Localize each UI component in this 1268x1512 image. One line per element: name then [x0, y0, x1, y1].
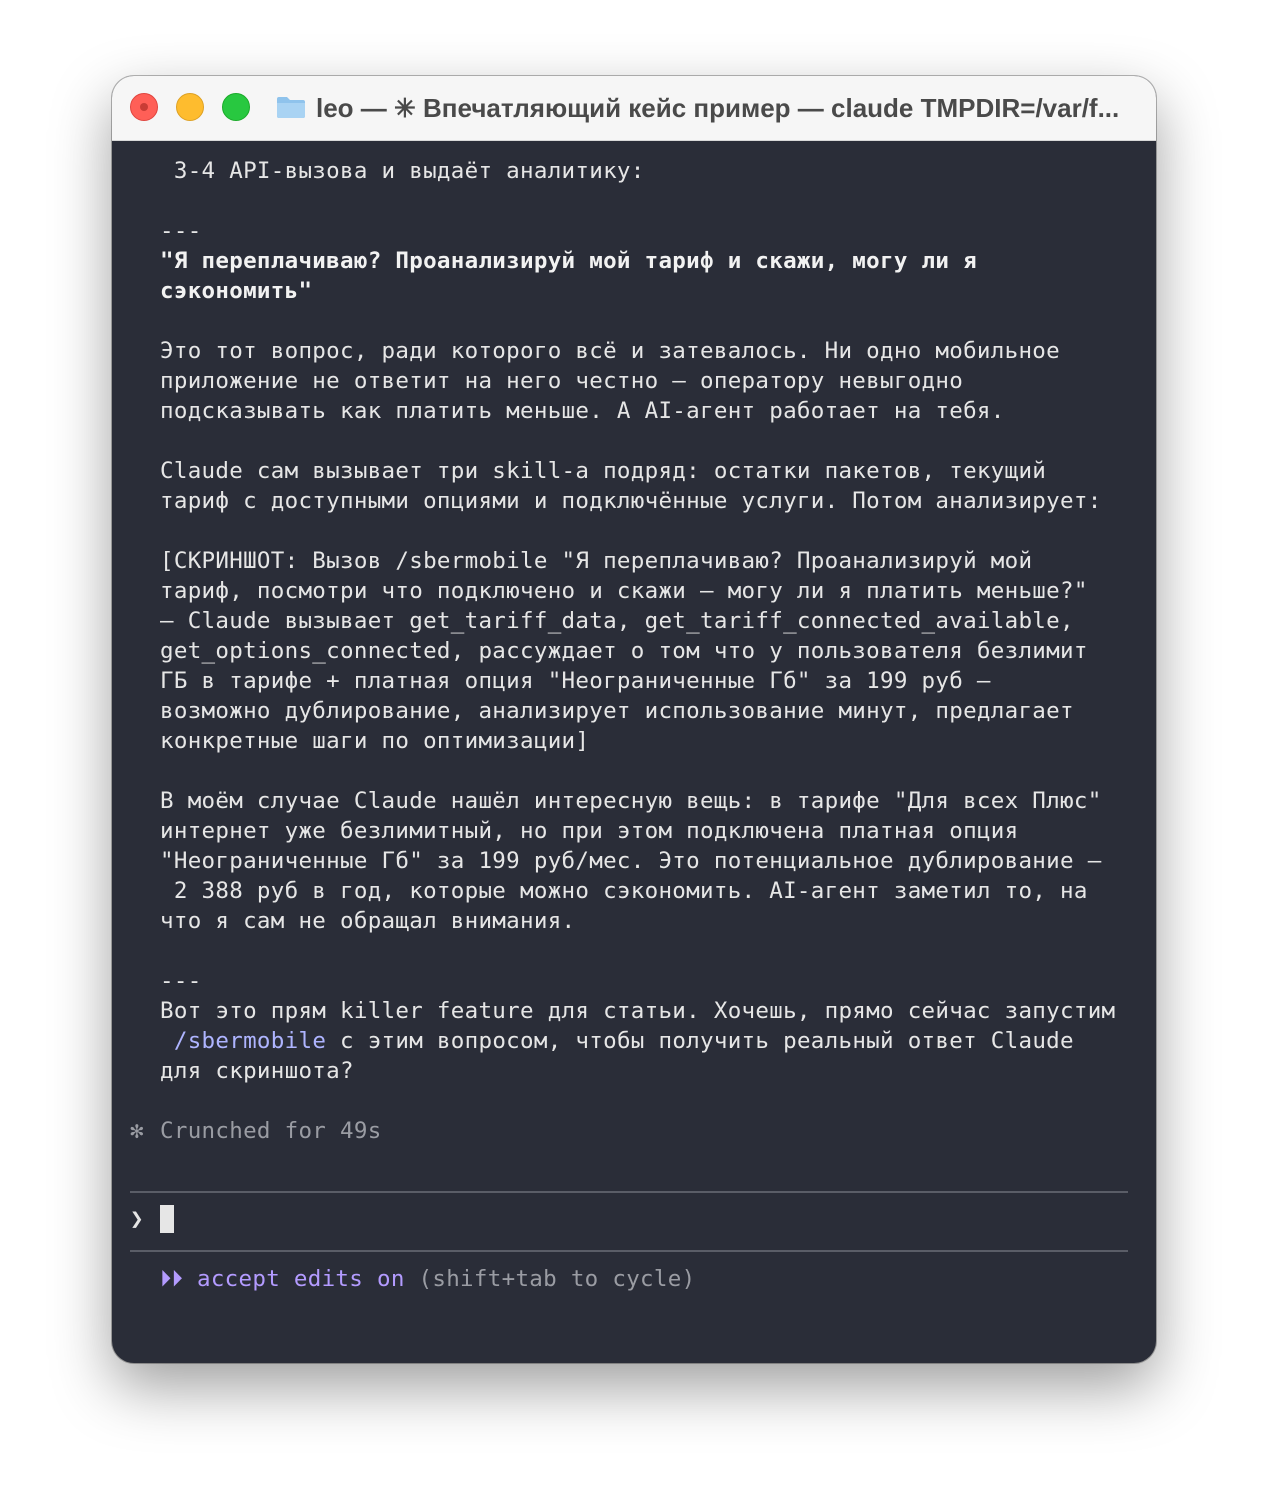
output-line: подсказывать как платить меньше. А AI-аг…: [160, 398, 1005, 424]
output-line: get_options_connected, рассуждает о том …: [160, 638, 1088, 664]
output-line: "Неограниченные Гб" за 199 руб/мес. Это …: [160, 848, 1102, 874]
status-text: Crunched for 49s: [160, 1118, 382, 1144]
fast-forward-icon: ⏵⏵: [160, 1266, 184, 1292]
separator-line: ---: [160, 218, 202, 244]
terminal-output: 3-4 API-вызова и выдаёт аналитику: --- "…: [112, 140, 1156, 1363]
output-line: тариф с доступными опциями и подключённы…: [160, 488, 1102, 514]
spinner-star-icon: ✻: [130, 1118, 144, 1144]
output-line: ГБ в тарифе + платная опция "Неограничен…: [160, 668, 991, 694]
output-line: В моём случае Claude нашёл интересную ве…: [160, 788, 1102, 814]
title-bar: leo — ✳ Впечатляющий кейс пример — claud…: [112, 76, 1156, 141]
output-line: 3-4 API-вызова и выдаёт аналитику:: [160, 158, 645, 184]
output-line: что я сам не обращал внимания.: [160, 908, 576, 934]
minimize-window-button[interactable]: [176, 93, 204, 121]
output-line: Это тот вопрос, ради которого всё и зате…: [160, 338, 1060, 364]
terminal-window: leo — ✳ Впечатляющий кейс пример — claud…: [112, 76, 1156, 1363]
close-window-button[interactable]: [130, 93, 158, 121]
output-line: [СКРИНШОТ: Вызов /sbermobile "Я переплач…: [160, 548, 1033, 574]
output-line: конкретные шаги по оптимизации]: [160, 728, 590, 754]
output-line: "Я переплачиваю? Проанализируй мой тариф…: [160, 248, 977, 274]
output-line: приложение не ответит на него честно — о…: [160, 368, 964, 394]
input-bottom-divider: [130, 1250, 1128, 1252]
output-line: интернет уже безлимитный, но при этом по…: [160, 818, 1019, 844]
command-link[interactable]: /sbermobile: [174, 1028, 326, 1054]
output-line: для скриншота?: [160, 1058, 354, 1084]
output-line: тариф, посмотри что подключено и скажи —…: [160, 578, 1088, 604]
mode-indicator[interactable]: ⏵⏵ accept edits on (shift+tab to cycle): [160, 1264, 695, 1294]
output-line-with-link: /sbermobile с этим вопросом, чтобы получ…: [160, 1026, 1074, 1056]
prompt-chevron-icon: ❯: [130, 1206, 144, 1232]
input-top-divider: [130, 1191, 1128, 1193]
output-line: — Claude вызывает get_tariff_data, get_t…: [160, 608, 1074, 634]
window-title: leo — ✳ Впечатляющий кейс пример — claud…: [316, 93, 1120, 123]
output-line: сэкономить": [160, 278, 313, 304]
output-text: с этим вопросом, чтобы получить реальный…: [326, 1028, 1074, 1054]
mode-label: accept edits on: [196, 1266, 405, 1292]
output-line: Вот это прям killer feature для статьи. …: [160, 998, 1116, 1024]
separator-line: ---: [160, 968, 202, 994]
output-line: возможно дублирование, анализирует испол…: [160, 698, 1074, 724]
output-line: Claude сам вызывает три skill-а подряд: …: [160, 458, 1047, 484]
maximize-window-button[interactable]: [222, 93, 250, 121]
output-line: 2 388 руб в год, которые можно сэкономит…: [160, 878, 1088, 904]
input-cursor[interactable]: [160, 1205, 174, 1233]
folder-icon: [277, 97, 305, 118]
mode-hint: (shift+tab to cycle): [404, 1266, 696, 1292]
